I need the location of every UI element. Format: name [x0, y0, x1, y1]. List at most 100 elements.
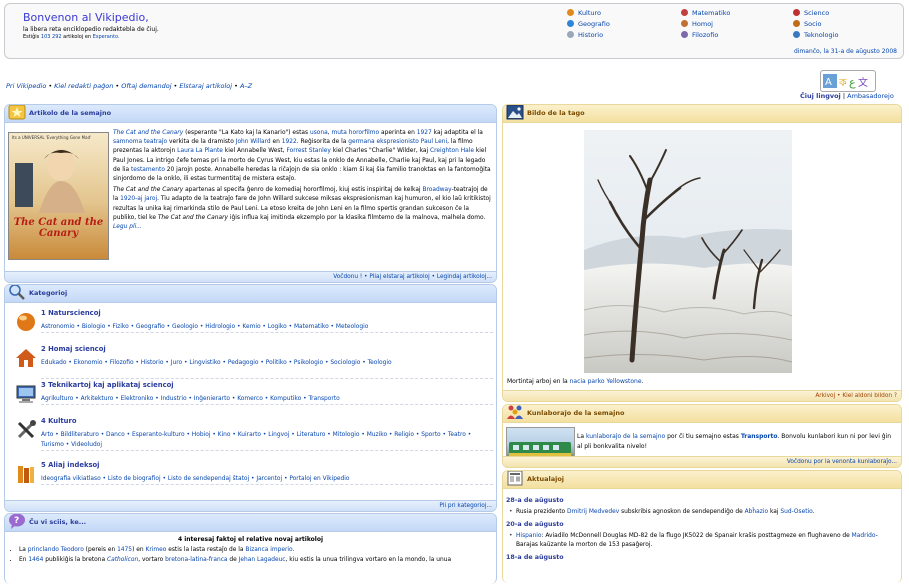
news-text: : Aviadilo McDonnell Douglas MD-82 de la…: [541, 533, 852, 539]
portal-geografio[interactable]: Geografio: [567, 19, 610, 29]
welcome-title: Bonvenon al Vikipedio,: [23, 11, 149, 24]
facts-list: La princlando Teodoro (pereis en 1475) e…: [5, 545, 496, 565]
category-links[interactable]: Arto • Bildliteraturo • Danco • Esperant…: [41, 430, 491, 450]
article-link[interactable]: John Willard: [236, 139, 271, 145]
fact-item: En 1464 publikiĝis la bretona Catholicon…: [19, 555, 496, 565]
news-text: .: [812, 509, 815, 515]
portal-scienco[interactable]: Scienco: [793, 8, 829, 18]
category-links[interactable]: Ideografia vikiatlaso • Listo de biograf…: [41, 474, 491, 484]
languages-logo-icon[interactable]: A ক ع 文: [820, 70, 876, 92]
topnav-link[interactable]: Elstaraj artikoloj: [179, 82, 232, 90]
portal-kulturo[interactable]: Kulturo: [567, 8, 601, 18]
categories-header: Kategorioj: [5, 285, 496, 303]
article-link[interactable]: 1920-aj jaroj: [120, 196, 157, 202]
fact-link[interactable]: princlando Teodoro: [28, 547, 84, 553]
article-link[interactable]: Laura La Plante: [177, 148, 223, 154]
portal-label: Socio: [804, 20, 822, 28]
article-link[interactable]: muta: [331, 130, 346, 136]
category-item: 5 Aliaj indeksoj Ideografia vikiatlaso • …: [13, 461, 493, 491]
fact-item: La princlando Teodoro (pereis en 1475) e…: [19, 545, 496, 555]
caption-link[interactable]: nacia parko Yellowstone: [570, 378, 642, 385]
category-title[interactable]: 3 Teknikartoj kaj aplikataj sciencoj: [41, 381, 174, 389]
picture-of-day-header: Bildo de la tago: [503, 105, 901, 123]
portal-label: Filozofio: [692, 31, 719, 39]
did-you-know-title: Ĉu vi sciis, ke...: [29, 518, 87, 526]
topnav-link[interactable]: Oftaj demandoj: [121, 82, 171, 90]
fact-link[interactable]: bretona-latina-franca: [165, 557, 227, 563]
news-link[interactable]: Sud-Osetio: [780, 509, 812, 515]
count-language-link[interactable]: Esperanto.: [93, 34, 120, 40]
topnav-link[interactable]: Kiel redakti paĝon: [54, 82, 113, 90]
count-prefix: Estiĝis: [23, 34, 40, 40]
article-link[interactable]: Paul Leni: [421, 139, 447, 145]
news-link[interactable]: Dmitrij Medvedev: [567, 509, 619, 515]
star-icon: [8, 105, 26, 120]
category-links[interactable]: Astronomio • Biologio • Fiziko • Geograf…: [41, 322, 491, 332]
count-number-link[interactable]: 103 292: [41, 34, 62, 40]
did-you-know-subtitle: 4 interesaj faktoj el relative novaj art…: [177, 536, 324, 543]
categories-more-link[interactable]: Pli pri kategorioj...: [5, 500, 496, 511]
article-link[interactable]: samnoma teatraĵo: [113, 139, 167, 145]
topnav-link[interactable]: Pri Vikipedio: [6, 82, 46, 90]
portal-label: Geografio: [578, 20, 610, 28]
article-link[interactable]: usona: [310, 130, 328, 136]
picture-footer-links[interactable]: Arkivoj • Kiel aldoni bildon ?: [503, 390, 901, 401]
article-link[interactable]: testamento: [131, 167, 165, 173]
article-link[interactable]: 1927: [417, 130, 432, 136]
nav-separator: •: [173, 82, 178, 90]
fact-link[interactable]: Krimeo: [145, 547, 166, 553]
news-link[interactable]: Madrido: [852, 533, 876, 539]
portal-historio[interactable]: Historio: [567, 30, 603, 40]
fact-link[interactable]: Bizanca imperio: [245, 547, 292, 553]
svg-text:ক: ক: [838, 76, 847, 89]
category-links[interactable]: Edukado • Ekonomio • Filozofio • Histori…: [41, 358, 491, 368]
portal-filozofio[interactable]: Filozofio: [681, 30, 718, 40]
topnav-link[interactable]: A–Z: [240, 82, 252, 90]
article-link[interactable]: Creighton Hale: [430, 148, 474, 154]
article-link[interactable]: hororfilmo: [349, 130, 379, 136]
picture-icon: [506, 105, 524, 120]
category-item: 2 Homaj sciencoj Edukado • Ekonomio • Fil…: [13, 345, 493, 379]
collab-link[interactable]: Transporto: [741, 433, 778, 440]
yellowstone-photo[interactable]: [584, 130, 792, 373]
fact-link[interactable]: 1464: [28, 557, 43, 563]
category-divider: [41, 484, 493, 485]
category-item: 4 Kulturo Arto • Bildliteraturo • Danco •…: [13, 417, 493, 451]
article-link[interactable]: 1922: [282, 139, 297, 145]
category-title[interactable]: 4 Kulturo: [41, 417, 77, 425]
news-header: Aktualaĵoj: [503, 471, 901, 489]
collaboration-vote-link[interactable]: Voĉdonu por la venonta kunlaboraĵo...: [503, 456, 901, 467]
news-link[interactable]: Hispanio: [516, 533, 541, 539]
category-title[interactable]: 1 Natursciencoj: [41, 309, 101, 317]
article-link[interactable]: Legu pli...: [113, 224, 142, 230]
article-count: Estiĝis 103 292 artikoloj en Esperanto.: [23, 34, 120, 40]
portal-socio[interactable]: Socio: [793, 19, 821, 29]
fact-link[interactable]: Jehan Lagadeuc: [239, 557, 286, 563]
globe-icon: [567, 20, 574, 27]
article-link[interactable]: germana ekspresionisto: [348, 139, 419, 145]
all-languages-link[interactable]: Ĉiuj lingvoj: [800, 92, 841, 100]
portal-teknologio[interactable]: Teknologio: [793, 30, 838, 40]
technology-icon: [793, 31, 800, 38]
fact-link[interactable]: Catholicon: [107, 557, 138, 563]
portal-matematiko[interactable]: Matematiko: [681, 8, 730, 18]
collab-link[interactable]: kunlaboraĵo de la semajno: [586, 433, 665, 440]
svg-text:文: 文: [858, 76, 868, 89]
category-title[interactable]: 5 Aliaj indeksoj: [41, 461, 100, 469]
ambassadors-link[interactable]: Ambasadorejo: [847, 92, 894, 100]
portal-homoj[interactable]: Homoj: [681, 19, 713, 29]
category-title[interactable]: 2 Homaj sciencoj: [41, 345, 106, 353]
poster-figure-icon: [15, 149, 85, 213]
news-link[interactable]: Abĥazio: [745, 509, 768, 515]
top-navigation: Pri Vikipedio • Kiel redakti paĝon • Oftaj d…: [6, 82, 252, 90]
article-footer-links[interactable]: Voĉdonu ! • Pliaj elstaraj artikoloj • L…: [5, 271, 496, 282]
did-you-know-header: ? Ĉu vi sciis, ke...: [5, 514, 496, 532]
article-link[interactable]: Broadway: [422, 187, 451, 193]
article-link[interactable]: The Cat and the Canary: [113, 130, 183, 136]
article-text: . Reĝisorita de la: [296, 139, 349, 146]
article-link[interactable]: Forrest Stanley: [286, 148, 330, 154]
article-poster[interactable]: Its a UNIVERSAL 'Everything Gone Mad' Th…: [8, 132, 109, 260]
fact-link[interactable]: 1475: [117, 547, 132, 553]
portal-label: Historio: [578, 31, 604, 39]
category-links[interactable]: Agrikulturo • Arkitekturo • Elektroniko …: [41, 394, 491, 404]
